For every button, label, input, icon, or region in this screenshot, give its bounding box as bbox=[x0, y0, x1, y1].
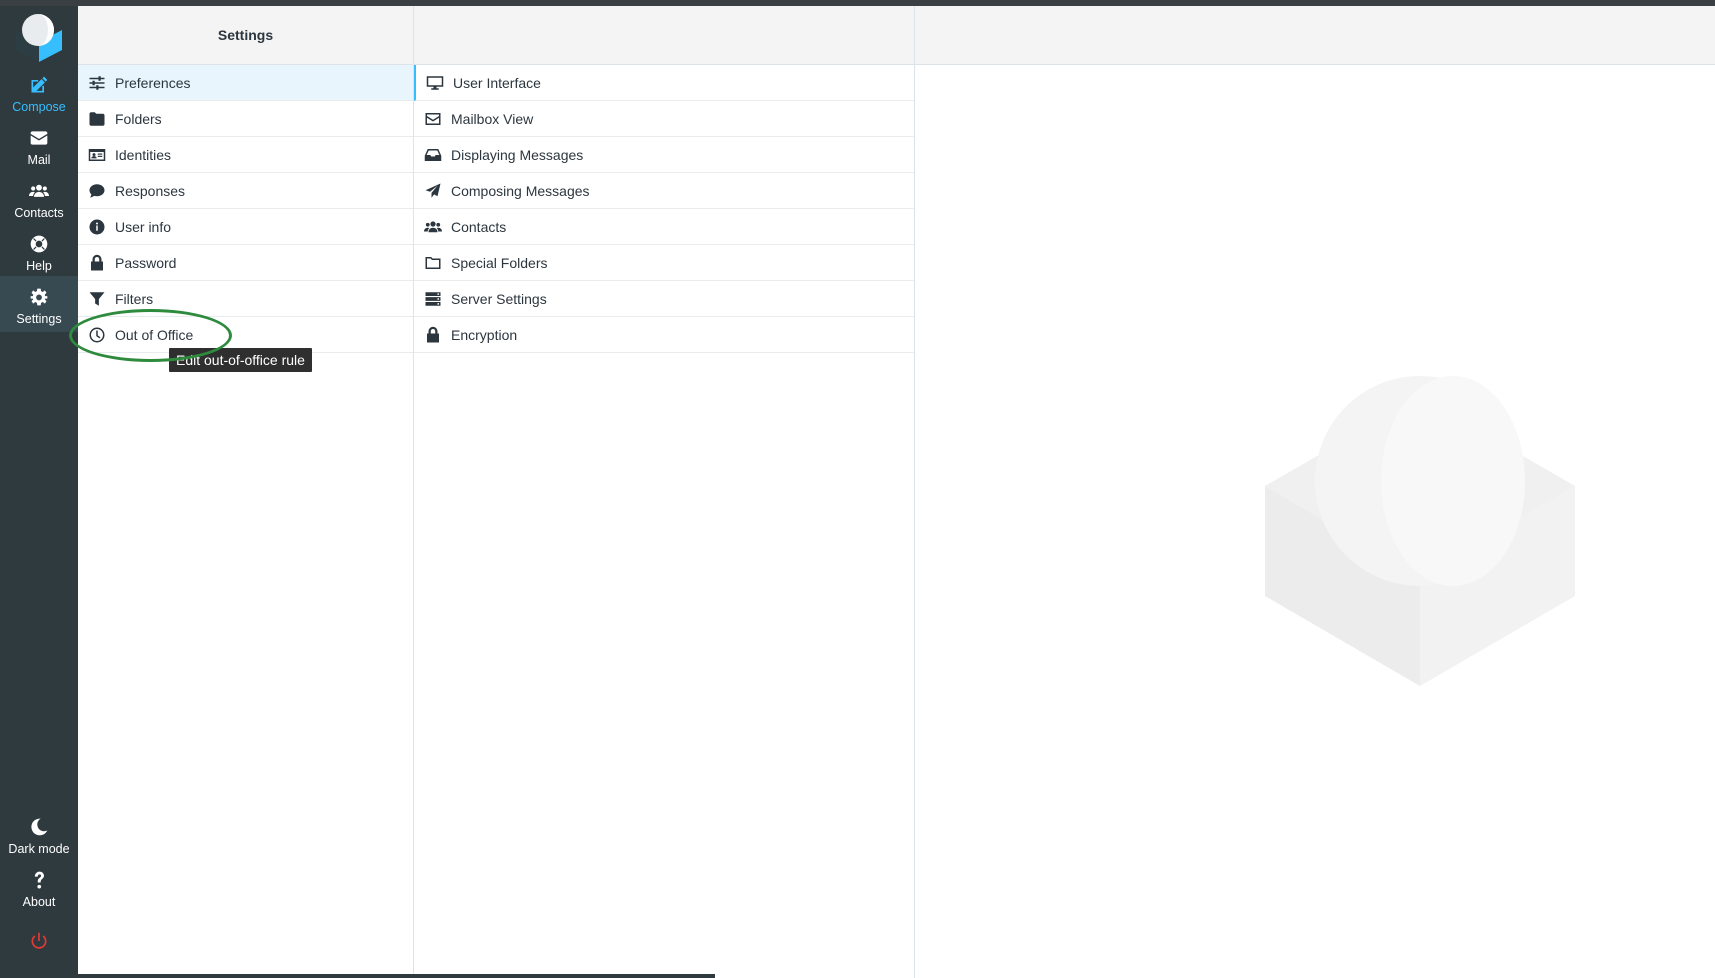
settings-item-label: User info bbox=[115, 218, 172, 235]
pref-item-label: Encryption bbox=[451, 326, 518, 343]
users-icon bbox=[424, 220, 442, 232]
roundcube-watermark-logo bbox=[1265, 376, 1575, 686]
nav-rail: Compose Mail Contacts Help Settings Dark… bbox=[0, 6, 78, 978]
pref-item-label: Server Settings bbox=[451, 290, 547, 307]
pref-item-label: Mailbox View bbox=[451, 110, 534, 127]
users-icon bbox=[29, 184, 49, 197]
nav-about[interactable]: About bbox=[0, 859, 78, 915]
horizontal-scrollbar[interactable] bbox=[78, 974, 715, 978]
folder-icon bbox=[89, 111, 105, 126]
nav-contacts-label: Contacts bbox=[14, 206, 64, 220]
settings-item-filters[interactable]: Filters bbox=[78, 281, 413, 317]
nav-mail-label: Mail bbox=[27, 153, 51, 167]
life-ring-icon bbox=[30, 235, 48, 253]
settings-item-responses[interactable]: Responses bbox=[78, 173, 413, 209]
moon-icon bbox=[31, 818, 48, 836]
pencil-square-icon bbox=[31, 76, 48, 93]
nav-help[interactable]: Help bbox=[0, 223, 78, 279]
preferences-panel: User Interface Mailbox View Displaying M… bbox=[414, 6, 915, 978]
folder-outline-icon bbox=[425, 256, 441, 269]
settings-item-label: Out of Office bbox=[115, 326, 194, 343]
settings-item-user-info[interactable]: User info bbox=[78, 209, 413, 245]
nav-compose[interactable]: Compose bbox=[0, 64, 78, 120]
comment-icon bbox=[89, 183, 105, 198]
settings-item-preferences[interactable]: Preferences bbox=[78, 65, 413, 101]
settings-item-label: Identities bbox=[115, 146, 172, 163]
nav-dark-mode[interactable]: Dark mode bbox=[0, 806, 78, 862]
pref-item-displaying-messages[interactable]: Displaying Messages bbox=[414, 137, 914, 173]
id-card-icon bbox=[88, 148, 106, 161]
pref-item-label: Composing Messages bbox=[451, 182, 590, 199]
content-header bbox=[915, 6, 1715, 65]
nav-contacts[interactable]: Contacts bbox=[0, 170, 78, 226]
logout-button[interactable] bbox=[0, 914, 78, 962]
nav-mail[interactable]: Mail bbox=[0, 117, 78, 173]
sliders-icon bbox=[89, 75, 105, 90]
pref-item-label: User Interface bbox=[453, 74, 541, 91]
lock-icon bbox=[91, 254, 103, 270]
pref-item-encryption[interactable]: Encryption bbox=[414, 317, 914, 353]
gear-icon bbox=[30, 288, 48, 306]
filter-icon bbox=[89, 291, 105, 306]
settings-item-label: Folders bbox=[115, 110, 162, 127]
lock-icon bbox=[427, 326, 439, 342]
settings-item-folders[interactable]: Folders bbox=[78, 101, 413, 137]
roundcube-logo[interactable] bbox=[12, 12, 66, 64]
settings-header: Settings bbox=[78, 6, 413, 65]
envelope-icon bbox=[425, 112, 441, 125]
nav-settings[interactable]: Settings bbox=[0, 276, 78, 332]
settings-item-label: Preferences bbox=[115, 74, 191, 91]
server-icon bbox=[425, 291, 441, 306]
pref-item-user-interface[interactable]: User Interface bbox=[414, 65, 914, 101]
settings-item-label: Responses bbox=[115, 182, 186, 199]
nav-compose-label: Compose bbox=[12, 100, 66, 114]
settings-sections-panel: Settings Preferences Folders Identities … bbox=[78, 6, 414, 978]
pref-item-mailbox-view[interactable]: Mailbox View bbox=[414, 101, 914, 137]
pref-item-label: Special Folders bbox=[451, 254, 548, 271]
pref-item-label: Displaying Messages bbox=[451, 146, 584, 163]
pref-item-label: Contacts bbox=[451, 218, 507, 235]
pref-item-server-settings[interactable]: Server Settings bbox=[414, 281, 914, 317]
tooltip: Edit out-of-office rule bbox=[169, 348, 312, 372]
pref-item-special-folders[interactable]: Special Folders bbox=[414, 245, 914, 281]
monitor-icon bbox=[426, 75, 444, 90]
envelope-icon bbox=[30, 131, 48, 145]
preferences-header bbox=[414, 6, 914, 65]
info-icon bbox=[89, 219, 105, 234]
nav-about-label: About bbox=[22, 895, 56, 909]
settings-item-password[interactable]: Password bbox=[78, 245, 413, 281]
settings-title: Settings bbox=[217, 27, 274, 43]
nav-dark-mode-label: Dark mode bbox=[8, 842, 70, 856]
pref-item-contacts[interactable]: Contacts bbox=[414, 209, 914, 245]
pref-item-composing-messages[interactable]: Composing Messages bbox=[414, 173, 914, 209]
paper-plane-icon bbox=[425, 183, 441, 198]
power-icon bbox=[31, 932, 47, 949]
nav-settings-label: Settings bbox=[16, 312, 62, 326]
nav-help-label: Help bbox=[26, 259, 52, 273]
settings-item-label: Filters bbox=[115, 290, 154, 307]
content-pane bbox=[915, 6, 1715, 978]
question-icon bbox=[34, 871, 44, 889]
inbox-icon bbox=[424, 148, 442, 161]
settings-item-identities[interactable]: Identities bbox=[78, 137, 413, 173]
settings-item-label: Password bbox=[115, 254, 177, 271]
clock-icon bbox=[89, 327, 105, 342]
